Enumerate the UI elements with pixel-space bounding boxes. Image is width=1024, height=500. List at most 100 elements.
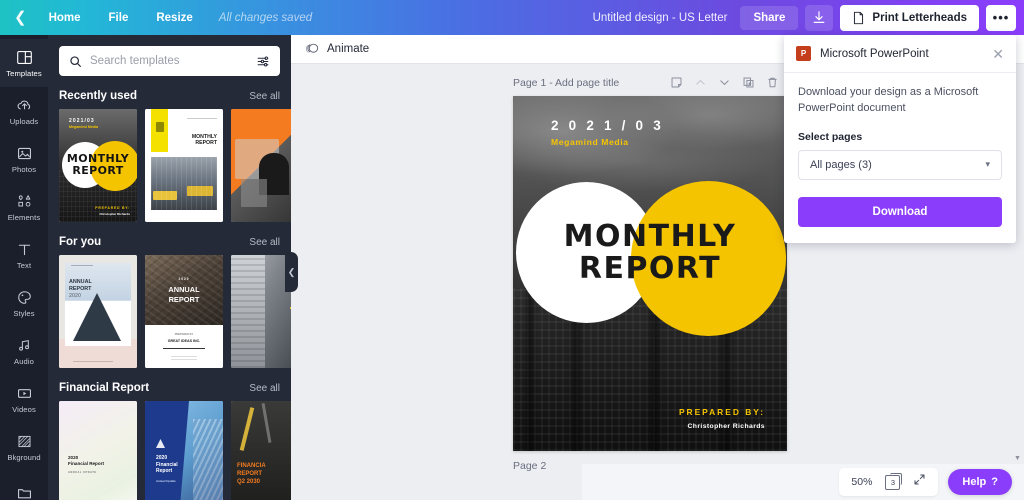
sidebar-label-photos: Photos xyxy=(11,164,37,174)
card-title-3: Q2 2030 xyxy=(237,478,261,485)
card-title-2: REPORT xyxy=(168,294,200,304)
sidebar-label-audio: Audio xyxy=(14,356,34,366)
section-header: Financial Report See all xyxy=(59,382,291,394)
sidebar-item-folder[interactable] xyxy=(0,471,48,500)
move-page-down-icon[interactable] xyxy=(718,76,731,89)
scroll-down-arrow-icon[interactable]: ▼ xyxy=(1013,455,1022,462)
zoom-level[interactable]: 50% xyxy=(851,476,872,488)
sidebar-item-styles[interactable]: Styles xyxy=(0,279,48,327)
card-sub: ANNUAL UPDATE xyxy=(68,471,97,474)
sidebar-item-photos[interactable]: Photos xyxy=(0,135,48,183)
see-all-link-financial-report[interactable]: See all xyxy=(249,383,280,394)
bottom-bar-right: 50% 3 Help ? xyxy=(839,468,1012,496)
print-letterheads-button[interactable]: Print Letterheads xyxy=(840,4,979,31)
search-bar[interactable] xyxy=(59,46,280,76)
search-input[interactable] xyxy=(90,55,248,67)
page-count-button[interactable]: 3 xyxy=(885,472,903,490)
help-question-mark: ? xyxy=(991,476,998,488)
palette-icon xyxy=(17,290,31,304)
card-title-2: REPORT xyxy=(195,139,217,146)
zoom-controls: 50% 3 xyxy=(839,468,939,496)
template-card-orange-office[interactable]: ❯ xyxy=(231,109,291,222)
template-card-annual-report-greyscale[interactable]: AN RE ❯ xyxy=(231,255,291,368)
sidebar-item-background[interactable]: Bkground xyxy=(0,423,48,471)
file-menu-button[interactable]: File xyxy=(95,5,143,31)
section-header: Recently used See all xyxy=(59,90,291,102)
template-card-annual-report-aerial[interactable]: 2020 ANNUAL REPORT PREPARED BY GREAT IDE… xyxy=(145,255,223,368)
delete-page-icon[interactable] xyxy=(766,76,779,89)
template-card-financial-blue[interactable]: 2020 Financial Report Annual Update xyxy=(145,401,223,500)
upload-cloud-icon xyxy=(17,100,30,109)
folder-icon xyxy=(17,489,31,499)
fullscreen-button[interactable] xyxy=(913,473,926,491)
card-brand: Megamind Media xyxy=(69,125,98,129)
select-pages-value: All pages (3) xyxy=(810,158,872,171)
see-all-link-recently-used[interactable]: See all xyxy=(249,91,280,102)
share-button[interactable]: Share xyxy=(740,5,799,30)
move-page-up-icon[interactable] xyxy=(694,76,707,89)
back-chevron-icon[interactable]: ❮ xyxy=(14,10,35,25)
search-icon xyxy=(70,55,81,67)
template-card-financial-q2[interactable]: FINANCIA REPORT Q2 2030 ❯ xyxy=(231,401,291,500)
design-title[interactable]: Untitled design - US Letter xyxy=(593,12,734,24)
close-icon[interactable]: ✕ xyxy=(992,47,1004,61)
page-2-label[interactable]: Page 2 xyxy=(513,460,546,472)
sidebar-item-videos[interactable]: Videos xyxy=(0,375,48,423)
template-card-financial-pastel[interactable]: 2020 Financial Report ANNUAL UPDATE xyxy=(59,401,137,500)
section-title: For you xyxy=(59,236,102,248)
card-prepared: PREPARED BY: xyxy=(95,206,130,210)
design-date-text[interactable]: 2 0 2 1 / 0 3 xyxy=(551,118,664,133)
sidebar-item-templates[interactable]: Templates xyxy=(0,39,48,87)
print-letterheads-label: Print Letterheads xyxy=(872,11,967,24)
animate-button[interactable]: Animate xyxy=(302,39,373,59)
bottom-status-bar: 50% 3 Help ? xyxy=(582,464,1024,500)
design-title-text[interactable]: MONTHLY REPORT xyxy=(513,221,787,284)
template-card-monthly-report-white[interactable]: MONTHLY REPORT xyxy=(145,109,223,222)
top-toolbar: ❮ Home File Resize All changes saved Unt… xyxy=(0,0,1024,35)
left-sidebar-rail: Templates Uploads Photos Elements Text S… xyxy=(0,35,48,500)
help-button[interactable]: Help ? xyxy=(948,469,1012,495)
text-icon xyxy=(18,244,30,255)
save-status-text: All changes saved xyxy=(218,11,313,24)
download-button[interactable] xyxy=(805,4,834,31)
card-date: 2021/03 xyxy=(69,118,95,124)
animate-label: Animate xyxy=(327,43,370,55)
sidebar-item-elements[interactable]: Elements xyxy=(0,183,48,231)
card-year: 2020 xyxy=(178,277,190,281)
download-confirm-button[interactable]: Download xyxy=(798,196,1002,227)
sidebar-label-background: Bkground xyxy=(7,452,41,462)
section-recently-used: Recently used See all 2021/03 Megamind M… xyxy=(48,90,291,222)
add-page-title-icon[interactable] xyxy=(670,76,683,89)
card-title-1: MONTHLY xyxy=(66,152,130,165)
template-card-monthly-report-dark[interactable]: 2021/03 Megamind Media MONTHLY REPORT PR… xyxy=(59,109,137,222)
collapse-panel-button[interactable]: ❮ xyxy=(285,252,298,292)
template-card-annual-report-blue[interactable]: ANNUAL REPORT 2020 xyxy=(59,255,137,368)
design-title-line-2: REPORT xyxy=(578,250,722,286)
page-title-field[interactable]: Page 1 - Add page title xyxy=(513,77,619,89)
card-title-1: FINANCIA xyxy=(237,463,266,469)
select-pages-dropdown[interactable]: All pages (3) ▾ xyxy=(798,149,1002,180)
sidebar-item-text[interactable]: Text xyxy=(0,231,48,279)
sidebar-item-audio[interactable]: Audio xyxy=(0,327,48,375)
design-prepared-name[interactable]: Christopher Richards xyxy=(688,423,766,430)
home-button[interactable]: Home xyxy=(35,5,95,31)
sidebar-item-uploads[interactable]: Uploads xyxy=(0,87,48,135)
template-row-financial-report: 2020 Financial Report ANNUAL UPDATE 2020… xyxy=(59,401,291,500)
shapes-icon xyxy=(17,194,30,207)
top-toolbar-left: ❮ Home File Resize All changes saved xyxy=(0,0,324,35)
animate-icon xyxy=(306,43,319,53)
help-label: Help xyxy=(962,476,987,488)
sidebar-label-videos: Videos xyxy=(12,404,36,414)
section-title: Recently used xyxy=(59,90,137,102)
design-canvas-page-1[interactable]: 2 0 2 1 / 0 3 Megamind Media MONTHLY REP… xyxy=(513,96,787,451)
see-all-link-for-you[interactable]: See all xyxy=(249,237,280,248)
popover-body: Download your design as a Microsoft Powe… xyxy=(784,73,1016,243)
more-options-button[interactable]: ••• xyxy=(986,4,1016,31)
card-title-2: Financial Report xyxy=(68,461,104,467)
templates-icon xyxy=(16,50,32,64)
filters-icon[interactable] xyxy=(256,55,270,68)
resize-button[interactable]: Resize xyxy=(142,5,206,31)
design-prepared-label[interactable]: PREPARED BY: xyxy=(679,407,765,417)
duplicate-page-icon[interactable] xyxy=(742,76,755,89)
design-brand-text[interactable]: Megamind Media xyxy=(551,137,629,147)
